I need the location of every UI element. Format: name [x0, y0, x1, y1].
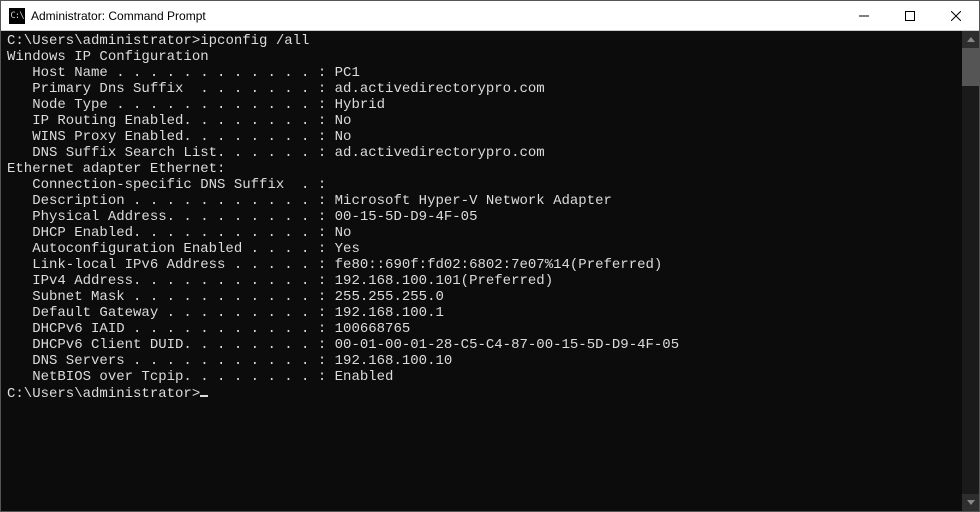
window-controls	[841, 1, 979, 30]
command-text: ipconfig /all	[200, 33, 309, 49]
output-line: IP Routing Enabled. . . . . . . . : No	[7, 113, 962, 129]
output-line: C:\Users\administrator>	[7, 385, 962, 402]
close-button[interactable]	[933, 1, 979, 30]
maximize-button[interactable]	[887, 1, 933, 30]
scroll-track[interactable]	[962, 48, 979, 494]
output-line: IPv4 Address. . . . . . . . . . . : 192.…	[7, 273, 962, 289]
output-line: Node Type . . . . . . . . . . . . : Hybr…	[7, 97, 962, 113]
output-line: C:\Users\administrator>ipconfig /all	[7, 33, 962, 49]
vertical-scrollbar[interactable]	[962, 31, 979, 511]
output-line: Connection-specific DNS Suffix . :	[7, 177, 962, 193]
scroll-thumb[interactable]	[962, 48, 979, 86]
minimize-button[interactable]	[841, 1, 887, 30]
cursor	[200, 385, 208, 397]
output-line: Subnet Mask . . . . . . . . . . . : 255.…	[7, 289, 962, 305]
output-line: DHCP Enabled. . . . . . . . . . . : No	[7, 225, 962, 241]
output-line: Host Name . . . . . . . . . . . . : PC1	[7, 65, 962, 81]
output-line: Physical Address. . . . . . . . . : 00-1…	[7, 209, 962, 225]
output-line: Description . . . . . . . . . . . : Micr…	[7, 193, 962, 209]
output-line: Default Gateway . . . . . . . . . : 192.…	[7, 305, 962, 321]
output-line: DNS Suffix Search List. . . . . . : ad.a…	[7, 145, 962, 161]
terminal-output[interactable]: C:\Users\administrator>ipconfig /allWind…	[1, 31, 962, 511]
prompt: C:\Users\administrator>	[7, 386, 200, 402]
window-title: Administrator: Command Prompt	[31, 9, 841, 23]
output-line: Autoconfiguration Enabled . . . . : Yes	[7, 241, 962, 257]
client-area: C:\Users\administrator>ipconfig /allWind…	[1, 31, 979, 511]
output-line: DHCPv6 IAID . . . . . . . . . . . : 1006…	[7, 321, 962, 337]
output-line: DHCPv6 Client DUID. . . . . . . . : 00-0…	[7, 337, 962, 353]
scroll-up-button[interactable]	[962, 31, 979, 48]
command-prompt-window: C:\ Administrator: Command Prompt C:\Use…	[0, 0, 980, 512]
output-line: DNS Servers . . . . . . . . . . . : 192.…	[7, 353, 962, 369]
titlebar[interactable]: C:\ Administrator: Command Prompt	[1, 1, 979, 31]
output-line: Link-local IPv6 Address . . . . . : fe80…	[7, 257, 962, 273]
scroll-down-button[interactable]	[962, 494, 979, 511]
output-line: Primary Dns Suffix . . . . . . . : ad.ac…	[7, 81, 962, 97]
output-line: WINS Proxy Enabled. . . . . . . . : No	[7, 129, 962, 145]
output-line: Ethernet adapter Ethernet:	[7, 161, 962, 177]
prompt: C:\Users\administrator>	[7, 33, 200, 49]
cmd-icon: C:\	[9, 8, 25, 24]
output-line: Windows IP Configuration	[7, 49, 962, 65]
output-line: NetBIOS over Tcpip. . . . . . . . : Enab…	[7, 369, 962, 385]
